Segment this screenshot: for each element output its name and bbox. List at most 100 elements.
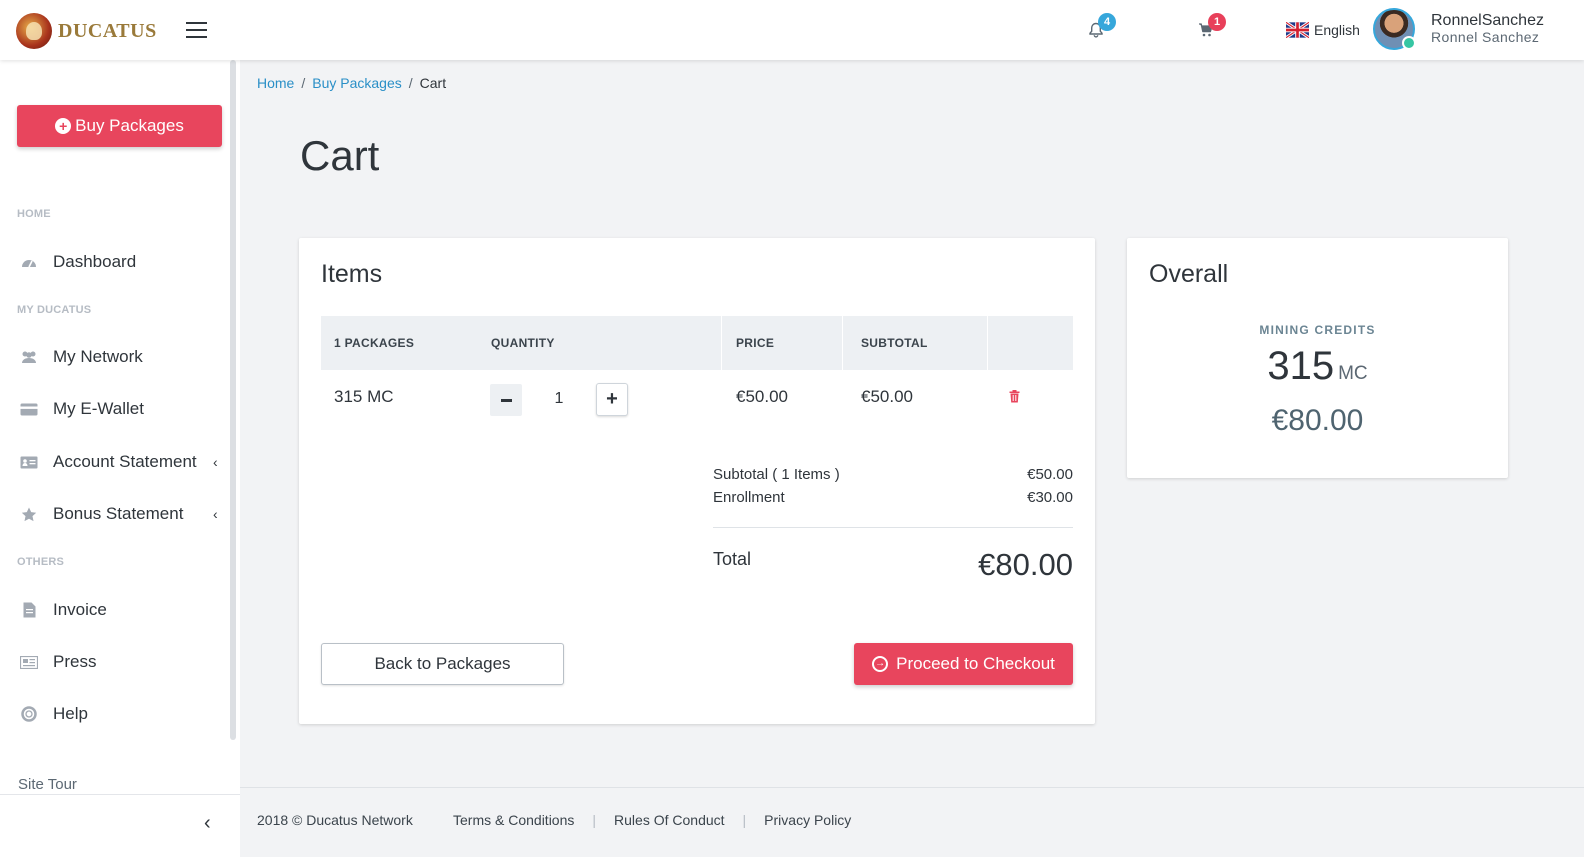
cart-badge: 1: [1208, 13, 1226, 31]
sidebar-item-bonus-statement[interactable]: Bonus Statement ‹: [0, 494, 228, 534]
items-card-title: Items: [321, 260, 383, 288]
quantity-value: 1: [554, 390, 564, 407]
overall-card: Overall MINING CREDITS 315 MC €80.00: [1127, 238, 1508, 478]
proceed-to-checkout-label: Proceed to Checkout: [896, 654, 1055, 673]
total-value: €80.00: [978, 547, 1073, 582]
credit-card-icon: [20, 401, 38, 417]
breadcrumb-home-link[interactable]: Home: [257, 75, 294, 91]
breadcrumb-buy-packages-link[interactable]: Buy Packages: [312, 75, 402, 91]
breadcrumb-separator: /: [408, 75, 413, 91]
page-footer: 2018 © Ducatus Network Terms & Condition…: [240, 787, 1584, 857]
user-names: RonnelSanchez Ronnel Sanchez: [1431, 12, 1544, 46]
total-label: Total: [713, 549, 752, 569]
collapse-sidebar-chevron-icon[interactable]: ‹: [204, 812, 211, 835]
breadcrumb-separator: /: [301, 75, 306, 91]
chevron-left-icon: ‹: [213, 506, 218, 522]
sidebar-item-my-ewallet[interactable]: My E-Wallet: [0, 389, 228, 429]
menu-toggle-button[interactable]: [186, 22, 207, 38]
column-divider: [987, 316, 988, 370]
mining-credits-label: MINING CREDITS: [1259, 323, 1376, 337]
item-subtotal: €50.00: [861, 387, 913, 406]
chevron-left-icon: ‹: [213, 454, 218, 470]
mining-credits-amount: 315 MC: [1127, 344, 1508, 389]
back-to-packages-label: Back to Packages: [374, 654, 511, 673]
user-login: RonnelSanchez: [1431, 12, 1544, 29]
sidebar-item-invoice[interactable]: Invoice: [0, 590, 228, 630]
minus-icon: [500, 398, 512, 402]
avatar: [1373, 8, 1416, 50]
sidebar-item-label: Dashboard: [53, 252, 137, 271]
footer-separator: |: [742, 812, 747, 828]
column-header-quantity: QUANTITY: [491, 336, 555, 350]
privacy-policy-link[interactable]: Privacy Policy: [764, 812, 851, 828]
footer-separator: |: [592, 812, 597, 828]
item-package: 315 MC: [334, 387, 394, 406]
notifications-button[interactable]: 4: [1084, 13, 1124, 46]
summary-subtotal-value: €50.00: [1027, 466, 1073, 483]
column-header-packages: 1 PACKAGES: [334, 336, 415, 350]
plus-circle-icon: +: [55, 118, 72, 134]
sidebar-footer: ‹: [0, 794, 240, 857]
newspaper-icon: [20, 654, 38, 670]
sidebar-item-label: Help: [53, 704, 88, 723]
items-table-header: 1 PACKAGES QUANTITY PRICE SUBTOTAL: [321, 316, 1073, 370]
hamburger-icon: [186, 22, 207, 24]
dashboard-icon: [20, 254, 38, 270]
hamburger-icon-bar: [186, 36, 207, 38]
buy-packages-button[interactable]: + Buy Packages: [17, 105, 222, 147]
summary-subtotal-label: Subtotal ( 1 Items ): [713, 466, 840, 483]
sidebar-item-label: My E-Wallet: [53, 399, 144, 418]
sidebar-item-my-network[interactable]: My Network: [0, 337, 228, 377]
language-label: English: [1314, 22, 1360, 38]
summary-enrollment-value: €30.00: [1027, 489, 1073, 506]
plus-icon: +: [606, 388, 618, 410]
footer-copyright: 2018 © Ducatus Network: [257, 812, 413, 828]
site-tour-link[interactable]: Site Tour: [18, 776, 77, 793]
summary-divider: [713, 527, 1073, 528]
overall-price: €80.00: [1271, 404, 1364, 437]
sidebar-item-label: Account Statement: [53, 452, 197, 471]
user-menu[interactable]: RonnelSanchez Ronnel Sanchez: [1373, 8, 1544, 50]
sidebar-item-label: Invoice: [53, 600, 107, 619]
column-divider: [842, 316, 843, 370]
brand-name: DUCATUS: [58, 19, 157, 42]
notifications-badge: 4: [1098, 13, 1116, 31]
language-selector[interactable]: English: [1286, 22, 1360, 38]
mining-credits-value: 315: [1267, 344, 1335, 388]
sidebar-item-label: Bonus Statement: [53, 504, 184, 523]
sidebar-item-help[interactable]: Help: [0, 694, 228, 734]
page-title: Cart: [300, 132, 380, 179]
back-to-packages-button[interactable]: Back to Packages: [321, 643, 564, 685]
online-status-icon: [1402, 36, 1416, 50]
rules-of-conduct-link[interactable]: Rules Of Conduct: [614, 812, 725, 828]
terms-link[interactable]: Terms & Conditions: [453, 812, 574, 828]
cart-button[interactable]: 1: [1194, 13, 1234, 46]
nav-heading-others: OTHERS: [17, 556, 65, 568]
breadcrumb: Home / Buy Packages / Cart: [257, 75, 446, 91]
proceed-to-checkout-button[interactable]: → Proceed to Checkout: [854, 643, 1073, 685]
nav-heading-home: HOME: [17, 208, 51, 220]
top-navbar: DUCATUS 4 1 English RonnelSanchez Ronnel…: [0, 0, 1584, 60]
sidebar-scrollbar[interactable]: [230, 60, 236, 740]
sidebar-item-label: My Network: [53, 347, 143, 366]
column-divider: [721, 316, 722, 370]
quantity-increment-button[interactable]: +: [596, 383, 628, 416]
arrow-circle-right-icon: →: [872, 656, 889, 672]
sidebar-item-label: Press: [53, 652, 97, 671]
lion-logo-icon: [16, 13, 52, 49]
sidebar-item-dashboard[interactable]: Dashboard: [0, 242, 228, 282]
hamburger-icon-bar: [186, 29, 207, 31]
life-ring-icon: [20, 706, 38, 722]
trash-icon[interactable]: [1009, 390, 1020, 403]
brand-logo[interactable]: DUCATUS: [16, 13, 157, 49]
user-fullname: Ronnel Sanchez: [1431, 29, 1540, 45]
sidebar-item-press[interactable]: Press: [0, 642, 228, 682]
sidebar: + Buy Packages HOME Dashboard MY DUCATUS…: [0, 60, 240, 857]
item-price: €50.00: [736, 387, 788, 406]
footer-links: Terms & Conditions | Rules Of Conduct | …: [453, 812, 851, 828]
nav-heading-my-ducatus: MY DUCATUS: [17, 304, 92, 316]
id-card-icon: [20, 454, 38, 470]
quantity-decrement-button[interactable]: [490, 384, 522, 416]
items-card: Items 1 PACKAGES QUANTITY PRICE SUBTOTAL…: [299, 238, 1095, 724]
sidebar-item-account-statement[interactable]: Account Statement ‹: [0, 442, 228, 482]
